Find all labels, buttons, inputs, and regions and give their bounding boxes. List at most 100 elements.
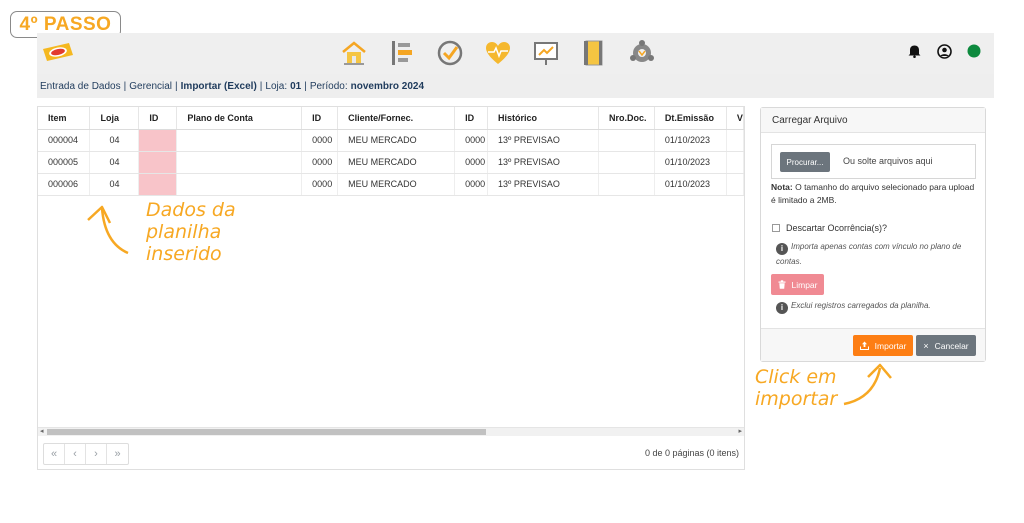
col-header-historico[interactable]: Histórico [487, 107, 599, 130]
cell-cliente: MEU MERCADO [337, 173, 456, 196]
col-header-cliente[interactable]: Cliente/Fornec. [337, 107, 456, 130]
first-page-button[interactable]: « [44, 444, 65, 464]
click-annotation-line: importar [755, 388, 838, 410]
note-label: Nota: [771, 182, 793, 192]
upload-card: Carregar Arquivo Procurar... Ou solte ar… [760, 107, 986, 362]
table-row[interactable]: 000006 04 0000 MEU MERCADO 0000 13º PREV… [38, 173, 745, 196]
chart-board-icon[interactable] [522, 38, 570, 68]
col-header-id-cliente[interactable]: ID [301, 107, 339, 130]
cell-dt-emissao: 01/10/2023 [654, 129, 727, 152]
cell-historico: 13º PREVISAO [487, 129, 599, 152]
col-header-item[interactable]: Item [38, 107, 91, 130]
scroll-right-icon[interactable]: ▸ [738, 427, 742, 435]
cancel-label: Cancelar [934, 340, 969, 351]
col-header-plano[interactable]: Plano de Conta [176, 107, 303, 130]
discard-occurrences-row[interactable]: Descartar Ocorrência(s)? [772, 223, 887, 233]
click-annotation-line: Click em [755, 366, 837, 388]
note-text: O tamanho do arquivo selecionado para up… [771, 182, 975, 205]
check-circle-icon[interactable] [426, 38, 474, 68]
bell-icon[interactable] [906, 43, 922, 59]
cell-id-historico: 0000 [454, 173, 489, 196]
col-header-id[interactable]: ID [138, 107, 178, 130]
cell-nro-doc [598, 129, 655, 152]
cell-id [138, 151, 178, 174]
cell-dt-emissao: 01/10/2023 [654, 173, 727, 196]
cell-loja: 04 [89, 151, 140, 174]
click-import-annotation: Click em importar [755, 366, 837, 410]
clear-label: Limpar [791, 279, 818, 290]
cell-dt-emissao: 01/10/2023 [654, 151, 727, 174]
info-icon: i [776, 302, 788, 314]
user-icon[interactable] [936, 43, 952, 59]
clear-info-text: Exclui registros carregados da planilha. [791, 301, 931, 310]
info-icon: i [776, 243, 788, 255]
cell-plano [176, 173, 303, 196]
clear-button[interactable]: Limpar [771, 274, 824, 295]
brand-logo[interactable] [41, 41, 75, 63]
file-drop-zone[interactable]: Procurar... Ou solte arquivos aqui [771, 144, 976, 179]
cell-loja: 04 [89, 173, 140, 196]
grid-header-row: Item Loja ID Plano de Conta ID Cliente/F… [38, 107, 745, 130]
breadcrumb-loja-value: 01 [290, 80, 302, 92]
browse-button[interactable]: Procurar... [780, 152, 830, 172]
upload-card-footer: Importar × Cancelar [761, 328, 985, 361]
cell-item: 000005 [38, 151, 91, 174]
status-dot-icon [966, 43, 982, 59]
data-inserted-annotation: Dados da planilha inserido [146, 199, 236, 265]
cancel-button[interactable]: × Cancelar [916, 335, 976, 356]
prev-page-button[interactable]: ‹ [65, 444, 86, 464]
clear-info: i Exclui registros carregados da planilha… [776, 301, 931, 314]
pager-info: 0 de 0 páginas (0 itens) [644, 448, 739, 458]
data-annotation-line: inserido [146, 243, 222, 265]
data-grid-panel: Item Loja ID Plano de Conta ID Cliente/F… [37, 106, 745, 470]
import-info: i Importa apenas contas com vínculo no pl… [776, 240, 976, 269]
col-header-loja[interactable]: Loja [89, 107, 140, 130]
col-header-dt-emissao[interactable]: Dt.Emissão [654, 107, 727, 130]
discard-occurrences-checkbox[interactable] [772, 224, 780, 232]
breadcrumb-periodo-label: Período: [309, 80, 348, 92]
gear-network-icon[interactable] [618, 38, 666, 68]
trash-icon [778, 280, 785, 289]
breadcrumb-gerencial[interactable]: Gerencial [129, 81, 172, 92]
cell-id-cliente: 0000 [301, 173, 339, 196]
data-annotation-line: planilha [146, 221, 222, 243]
cell-cliente: MEU MERCADO [337, 129, 456, 152]
data-annotation-line: Dados da [146, 199, 236, 221]
cell-loja: 04 [89, 129, 140, 152]
breadcrumb-loja-label: Loja: [265, 80, 288, 92]
breadcrumb: Entrada de Dados | Gerencial | Importar … [37, 74, 994, 98]
import-button[interactable]: Importar [853, 335, 913, 356]
main-nav [330, 38, 666, 68]
notebook-icon[interactable] [570, 38, 618, 68]
cell-id-historico: 0000 [454, 151, 489, 174]
hierarchy-list-icon[interactable] [378, 38, 426, 68]
cell-id-cliente: 0000 [301, 151, 339, 174]
cell-valor [726, 151, 745, 174]
breadcrumb-importar: Importar (Excel) [180, 80, 257, 92]
table-row[interactable]: 000005 04 0000 MEU MERCADO 0000 13º PREV… [38, 151, 745, 174]
scroll-left-icon[interactable]: ◂ [40, 427, 44, 435]
heart-pulse-icon[interactable] [474, 38, 522, 68]
page-root: 4º PASSO Entrada de Dados | Gerencial | … [0, 0, 1024, 523]
breadcrumb-periodo-value: novembro 2024 [350, 80, 425, 92]
cell-id [138, 173, 178, 196]
next-page-button[interactable]: › [86, 444, 107, 464]
last-page-button[interactable]: » [107, 444, 128, 464]
breadcrumb-entrada[interactable]: Entrada de Dados [40, 81, 121, 92]
cell-valor [726, 173, 745, 196]
cell-historico: 13º PREVISAO [487, 151, 599, 174]
table-row[interactable]: 000004 04 0000 MEU MERCADO 0000 13º PREV… [38, 129, 745, 152]
col-header-valor[interactable]: V [726, 107, 745, 130]
scrollbar-thumb[interactable] [47, 429, 486, 435]
pagination: « ‹ › » [43, 443, 129, 465]
cell-nro-doc [598, 151, 655, 174]
cell-id [138, 129, 178, 152]
col-header-nro-doc[interactable]: Nro.Doc. [598, 107, 655, 130]
cell-plano [176, 129, 303, 152]
top-navbar [37, 33, 994, 74]
horizontal-scrollbar[interactable]: ◂ ▸ [38, 427, 744, 436]
discard-occurrences-label: Descartar Ocorrência(s)? [786, 223, 888, 233]
col-header-id-historico[interactable]: ID [454, 107, 489, 130]
upload-card-title: Carregar Arquivo [761, 108, 985, 133]
home-icon[interactable] [330, 38, 378, 68]
